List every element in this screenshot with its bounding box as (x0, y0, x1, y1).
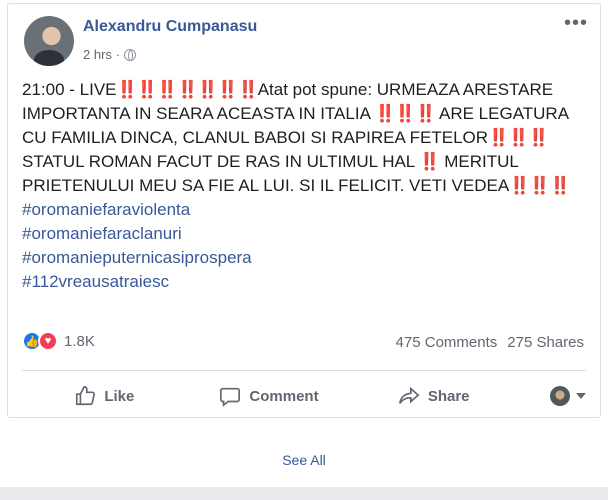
share-icon (398, 386, 420, 404)
exclamation-emoji: ‼️ (419, 152, 440, 171)
post-body: 21:00 - LIVE‼️‼️‼️‼️‼️‼️‼️Atat pot spune… (22, 78, 592, 294)
thumbs-up-icon (76, 386, 96, 406)
post-text: 21:00 - LIVE‼️‼️‼️‼️‼️‼️‼️Atat pot spune… (22, 78, 592, 198)
post-time[interactable]: 2 hrs (83, 47, 112, 62)
meta-separator: · (115, 47, 121, 62)
reaction-count: 1.8K (64, 332, 95, 350)
comments-count[interactable]: 475 Comments (396, 334, 498, 351)
exclamation-emoji: ‼️‼️‼️ (509, 176, 571, 195)
more-options-icon[interactable]: ••• (564, 12, 588, 35)
action-bar: Like Comment Share (22, 376, 587, 416)
hashtag-link[interactable]: #112vreausatraiesc (22, 270, 592, 294)
comment-label: Comment (249, 387, 319, 405)
page-avatar (550, 386, 571, 406)
like-button[interactable]: Like (22, 385, 187, 407)
hashtag-link[interactable]: #oromaniefaraviolenta (22, 198, 592, 222)
post-card: Alexandru Cumpanasu 2 hrs · ••• 21:00 - … (7, 3, 601, 418)
shares-count[interactable]: 275 Shares (507, 334, 584, 351)
hashtag-link[interactable]: #oromaniefaraclanuri (22, 222, 592, 246)
post-meta: 2 hrs · (83, 47, 137, 62)
exclamation-emoji: ‼️‼️‼️‼️‼️‼️‼️ (116, 80, 259, 99)
chevron-down-icon (576, 393, 587, 399)
comment-button[interactable]: Comment (187, 385, 352, 407)
share-button[interactable]: Share (351, 385, 516, 407)
see-all-link[interactable]: See All (0, 452, 608, 468)
post-text-segment: 21:00 - LIVE (22, 80, 117, 99)
post-text-segment: STATUL ROMAN FACUT DE RAS IN ULTIMUL HAL (22, 152, 420, 171)
author-avatar[interactable] (24, 16, 74, 66)
love-icon: ♥ (38, 331, 58, 351)
comment-icon (220, 387, 241, 407)
exclamation-emoji: ‼️‼️‼️ (488, 128, 550, 147)
share-label: Share (427, 387, 470, 405)
engagement-counts: 475 Comments 275 Shares (396, 334, 584, 351)
hashtag-link[interactable]: #oromanieputernicasiprospera (22, 246, 592, 270)
divider (22, 370, 586, 371)
reactions-summary[interactable]: 👍 ♥ 1.8K (22, 331, 95, 351)
exclamation-emoji: ‼️‼️‼️ (374, 104, 437, 123)
react-as-selector[interactable] (516, 386, 587, 406)
globe-icon[interactable] (124, 48, 137, 61)
post-hashtags: #oromaniefaraviolenta #oromaniefaraclanur… (22, 198, 592, 294)
like-label: Like (104, 387, 135, 405)
author-name[interactable]: Alexandru Cumpanasu (83, 18, 257, 36)
bottom-bar (0, 487, 608, 500)
